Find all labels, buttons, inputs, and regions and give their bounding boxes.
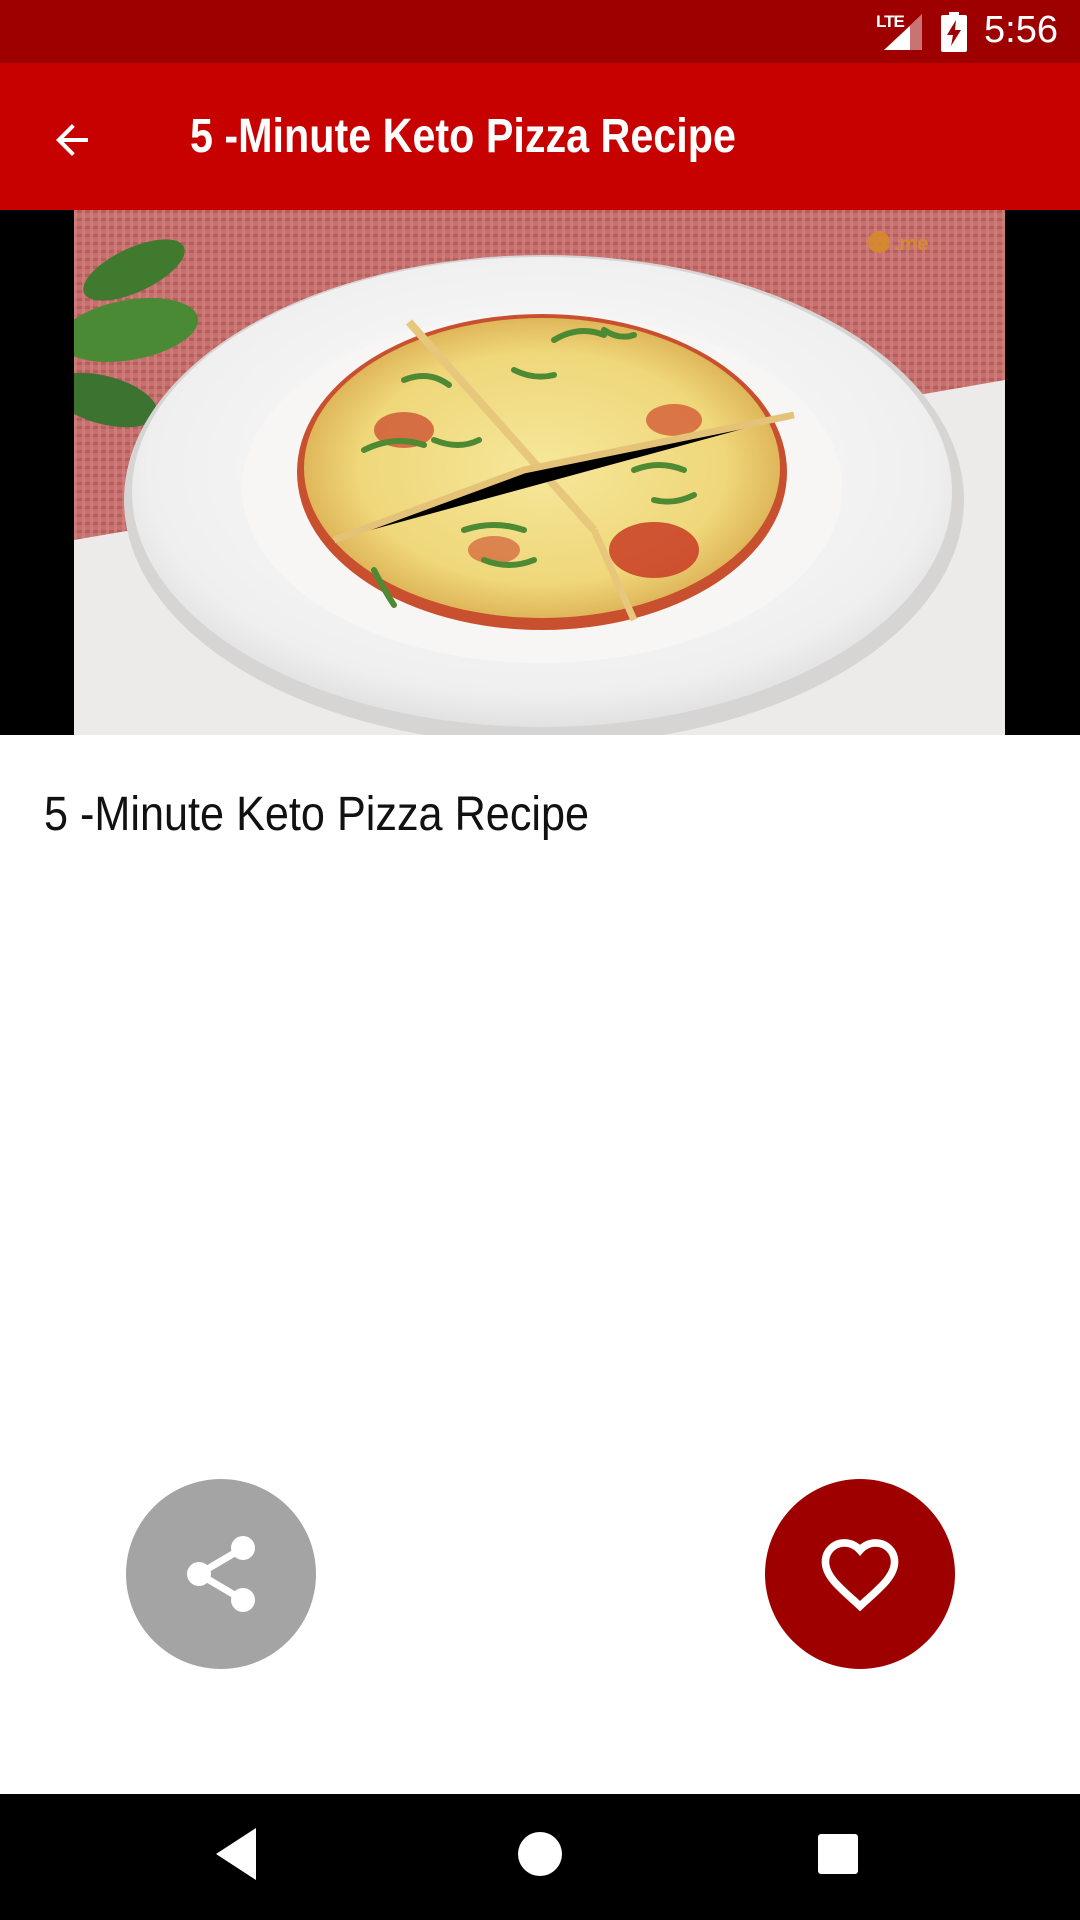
watermark-text: .me <box>894 233 928 255</box>
favorite-button[interactable] <box>765 1479 955 1669</box>
share-icon <box>187 1536 255 1612</box>
recipe-title: 5 -Minute Keto Pizza Recipe <box>44 788 590 841</box>
nav-recents-icon[interactable] <box>810 1824 866 1884</box>
back-button[interactable] <box>30 98 114 182</box>
heart-icon <box>821 1539 899 1612</box>
app-bar: 5 -Minute Keto Pizza Recipe <box>0 63 1080 210</box>
nav-home-icon[interactable] <box>512 1824 568 1884</box>
battery-charging-icon <box>941 12 967 52</box>
clock: 5:56 <box>984 9 1058 51</box>
video-player[interactable]: .me <box>0 210 1080 735</box>
nav-back-icon[interactable] <box>208 1824 258 1884</box>
signal-icon <box>884 14 922 50</box>
navigation-bar <box>0 1794 1080 1920</box>
share-button[interactable] <box>126 1479 316 1669</box>
page-title: 5 -Minute Keto Pizza Recipe <box>190 110 736 163</box>
status-bar: LTE 5:56 <box>0 0 1080 63</box>
arrow-back-icon <box>56 124 88 156</box>
video-thumbnail[interactable]: .me <box>74 210 1005 735</box>
